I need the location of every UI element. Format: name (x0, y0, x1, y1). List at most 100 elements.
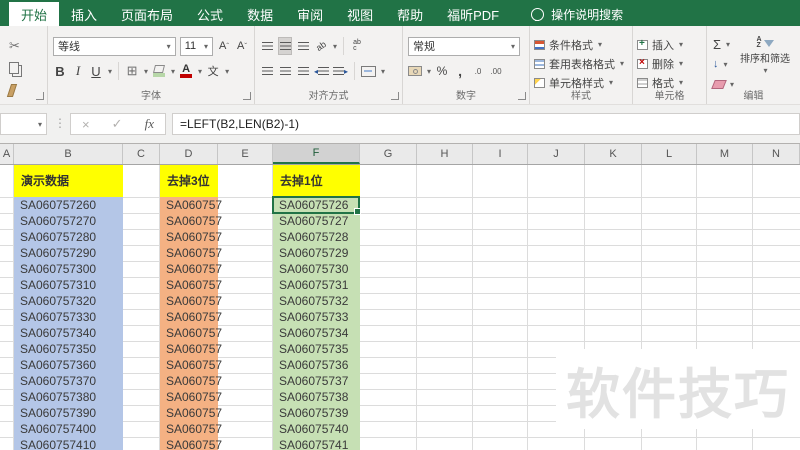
underline-dropdown[interactable]: ▾ (108, 67, 112, 76)
cell-f[interactable]: SA06075734 (273, 325, 360, 341)
col-b-title-cell[interactable]: 演示数据 (14, 165, 123, 197)
cell-f[interactable]: SA06075740 (273, 421, 360, 437)
underline-button[interactable]: U (89, 62, 103, 80)
delete-cells-button[interactable]: 删除 ▾ (633, 54, 706, 73)
formula-bar-resize-handle[interactable]: ⋮ (54, 116, 66, 130)
comma-style-button[interactable]: , (453, 62, 467, 80)
col-header-f-selected[interactable]: F (273, 144, 360, 164)
col-d-title-cell[interactable]: 去掉3位 (160, 165, 218, 197)
cell-b[interactable]: SA060757280 (14, 229, 123, 245)
cell-f[interactable]: SA06075737 (273, 373, 360, 389)
col-header-n[interactable]: N (753, 144, 800, 164)
autosum-button[interactable]: Σ ▾ (713, 35, 734, 53)
cell-d[interactable]: SA060757 (160, 389, 222, 405)
fill-color-dropdown[interactable]: ▾ (171, 67, 175, 76)
middle-align-button[interactable] (278, 37, 292, 55)
top-align-button[interactable] (260, 37, 274, 55)
cell-d[interactable]: SA060757 (160, 213, 222, 229)
insert-cells-button[interactable]: 插入 ▾ (633, 35, 706, 54)
font-size-select[interactable]: 11 ▾ (179, 36, 213, 56)
cell-f[interactable]: SA06075729 (273, 245, 360, 261)
orientation-button[interactable]: ab (314, 37, 328, 55)
cell-b[interactable]: SA060757350 (14, 341, 123, 357)
cell-f[interactable]: SA06075728 (273, 229, 360, 245)
cell-f[interactable]: SA06075733 (273, 309, 360, 325)
cell-d[interactable]: SA060757 (160, 229, 222, 245)
confirm-entry-icon[interactable]: ✓ (112, 116, 123, 132)
tab-page-layout[interactable]: 页面布局 (109, 2, 185, 26)
tab-foxit-pdf[interactable]: 福昕PDF (435, 2, 511, 26)
merge-center-button[interactable] (361, 62, 377, 80)
merge-center-dropdown[interactable]: ▾ (381, 67, 385, 76)
cell-d[interactable]: SA060757 (160, 245, 222, 261)
font-color-dropdown[interactable]: ▾ (198, 67, 202, 76)
cell-b[interactable]: SA060757330 (14, 309, 123, 325)
font-dialog-launcher[interactable] (243, 92, 251, 100)
cell-d[interactable]: SA060757 (160, 437, 222, 450)
sort-filter-button[interactable]: AZ 排序和筛选 ▾ (740, 35, 790, 93)
fill-handle[interactable] (354, 208, 361, 215)
col-header-h[interactable]: H (417, 144, 473, 164)
phonetic-guide-button[interactable]: 文 (206, 62, 220, 80)
font-color-button[interactable]: A (179, 62, 193, 80)
cancel-entry-icon[interactable]: × (82, 117, 90, 132)
cell-b[interactable]: SA060757400 (14, 421, 123, 437)
sheet-grid[interactable]: 演示数据 SA060757260 SA060757270 SA060757280… (0, 165, 800, 450)
tab-view[interactable]: 视图 (335, 2, 385, 26)
fill-button[interactable]: ↓ ▾ (713, 55, 734, 73)
cell-d[interactable]: SA060757 (160, 373, 222, 389)
col-header-e[interactable]: E (218, 144, 273, 164)
cell-d[interactable]: SA060757 (160, 325, 222, 341)
cell-f[interactable]: SA06075727 (273, 213, 360, 229)
format-painter-icon[interactable] (6, 84, 18, 97)
number-format-select[interactable]: 常规 ▾ (408, 36, 520, 56)
col-header-a[interactable]: A (0, 144, 14, 164)
accounting-format-button[interactable] (408, 62, 422, 80)
borders-button[interactable]: ⊞ (125, 62, 139, 80)
cell-d[interactable]: SA060757 (160, 309, 222, 325)
insert-function-icon[interactable]: fx (145, 116, 154, 132)
cell-d[interactable]: SA060757 (160, 277, 222, 293)
col-header-c[interactable]: C (123, 144, 160, 164)
cell-b[interactable]: SA060757260 (14, 197, 123, 213)
number-dialog-launcher[interactable] (518, 92, 526, 100)
wrap-text-button[interactable]: ab c (350, 37, 364, 55)
cell-d[interactable]: SA060757 (160, 341, 222, 357)
fill-color-button[interactable] (152, 62, 166, 80)
name-box[interactable]: ▾ (0, 113, 47, 135)
cell-f[interactable]: SA06075736 (273, 357, 360, 373)
cell-f[interactable]: SA06075731 (273, 277, 360, 293)
cell-d[interactable]: SA060757 (160, 197, 222, 213)
grow-font-button[interactable]: Aˆ (217, 37, 231, 55)
col-header-j[interactable]: J (528, 144, 585, 164)
tab-home[interactable]: 开始 (9, 2, 60, 26)
cell-d[interactable]: SA060757 (160, 405, 222, 421)
cell-b[interactable]: SA060757360 (14, 357, 123, 373)
col-f-title-cell[interactable]: 去掉1位 (273, 165, 360, 197)
cell-f[interactable]: SA06075730 (273, 261, 360, 277)
tab-data[interactable]: 数据 (235, 2, 285, 26)
align-left-button[interactable] (260, 62, 274, 80)
tab-formulas[interactable]: 公式 (185, 2, 235, 26)
cell-b[interactable]: SA060757390 (14, 405, 123, 421)
cell-f[interactable]: SA06075732 (273, 293, 360, 309)
increase-indent-button[interactable]: ▸ (333, 62, 348, 80)
tab-insert[interactable]: 插入 (59, 2, 109, 26)
decrease-decimal-button[interactable]: .00 (489, 62, 503, 80)
cut-icon[interactable]: ✂ (9, 38, 20, 54)
col-header-g[interactable]: G (360, 144, 417, 164)
cell-b[interactable]: SA060757320 (14, 293, 123, 309)
tab-help[interactable]: 帮助 (385, 2, 435, 26)
format-as-table-button[interactable]: 套用表格格式 ▾ (530, 54, 632, 73)
accounting-dropdown[interactable]: ▾ (427, 67, 431, 76)
align-right-button[interactable] (296, 62, 310, 80)
col-header-d[interactable]: D (160, 144, 218, 164)
italic-button[interactable]: I (71, 62, 85, 80)
phonetic-dropdown[interactable]: ▾ (225, 67, 229, 76)
clipboard-dialog-launcher[interactable] (36, 92, 44, 100)
increase-decimal-button[interactable]: .0 (471, 62, 485, 80)
formula-input[interactable]: =LEFT(B2,LEN(B2)-1) (172, 113, 800, 135)
cell-f[interactable]: SA06075735 (273, 341, 360, 357)
align-center-button[interactable] (278, 62, 292, 80)
col-header-i[interactable]: I (473, 144, 528, 164)
